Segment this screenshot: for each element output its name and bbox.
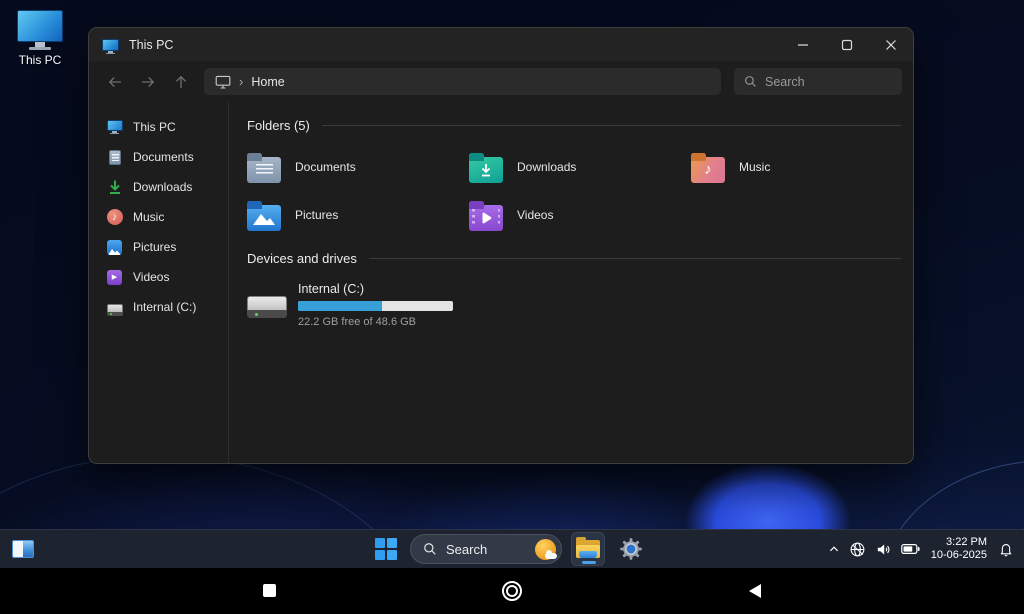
drives-section-header: Devices and drives: [247, 251, 901, 266]
taskbar-center: Search: [371, 530, 648, 568]
network-globe-icon[interactable]: [849, 541, 866, 558]
sidebar: This PC Documents Downloads ♪ Music P: [89, 102, 229, 463]
monitor-outline-icon: [215, 75, 231, 89]
sidebar-item-documents[interactable]: Documents: [89, 142, 228, 172]
maximize-button[interactable]: [825, 28, 869, 61]
search-placeholder: Search: [765, 75, 805, 89]
window-panes-icon[interactable]: [12, 540, 34, 558]
videos-icon: ▶: [106, 269, 123, 286]
sidebar-item-label: Videos: [133, 270, 169, 284]
close-button[interactable]: [869, 28, 913, 61]
weather-icon[interactable]: [535, 539, 556, 560]
pictures-icon: [106, 239, 123, 256]
breadcrumb-location[interactable]: Home: [251, 75, 284, 89]
system-tray: 3:22 PM 10-06-2025: [828, 530, 1018, 568]
sidebar-item-label: Internal (C:): [133, 300, 196, 314]
documents-folder-icon: [247, 157, 281, 183]
tray-chevron-up-icon[interactable]: [828, 543, 840, 555]
sidebar-item-label: Music: [133, 210, 164, 224]
desktop-icon-this-pc[interactable]: This PC: [8, 10, 72, 67]
taskbar-search-label: Search: [446, 542, 526, 557]
sidebar-item-music[interactable]: ♪ Music: [89, 202, 228, 232]
clock[interactable]: 3:22 PM 10-06-2025: [931, 536, 987, 562]
folder-item-videos[interactable]: Videos: [469, 191, 691, 239]
search-icon: [744, 75, 757, 88]
taskbar: Search: [0, 529, 1024, 568]
music-folder-icon: ♪: [691, 157, 725, 183]
sidebar-item-label: Documents: [133, 150, 194, 164]
sidebar-item-videos[interactable]: ▶ Videos: [89, 262, 228, 292]
navigation-toolbar: › Home Search: [89, 61, 913, 102]
folder-item-documents[interactable]: Documents: [247, 143, 469, 191]
window-body: This PC Documents Downloads ♪ Music P: [89, 102, 913, 463]
file-explorer-taskbar-button[interactable]: [571, 532, 605, 566]
section-divider: [322, 125, 901, 126]
this-pc-monitor-icon: [17, 10, 63, 42]
breadcrumb-chevron-icon: ›: [239, 74, 243, 89]
search-icon: [423, 542, 437, 556]
notifications-bell-icon[interactable]: [998, 541, 1014, 557]
window-title: This PC: [129, 38, 173, 52]
file-explorer-window: This PC › Home: [88, 27, 914, 464]
taskbar-search[interactable]: Search: [410, 534, 562, 564]
drive-icon: [106, 299, 123, 316]
music-icon: ♪: [106, 209, 123, 226]
home-button[interactable]: [502, 581, 522, 601]
window-controls: [781, 28, 913, 61]
battery-icon[interactable]: [901, 543, 920, 555]
folders-header-label: Folders (5): [247, 118, 310, 133]
drives-section: Devices and drives Internal (C:) 22.2 GB…: [247, 251, 901, 328]
sidebar-item-this-pc[interactable]: This PC: [89, 112, 228, 142]
sidebar-item-label: This PC: [133, 120, 176, 134]
minimize-button[interactable]: [781, 28, 825, 61]
this-pc-icon: [102, 39, 119, 51]
sidebar-item-internal-c[interactable]: Internal (C:): [89, 292, 228, 322]
section-divider: [369, 258, 901, 259]
volume-icon[interactable]: [875, 541, 892, 558]
back-button[interactable]: [749, 584, 761, 598]
drive-name: Internal (C:): [298, 282, 453, 296]
up-icon[interactable]: [166, 67, 195, 96]
drive-free-space: 22.2 GB free of 48.6 GB: [298, 316, 453, 328]
settings-taskbar-button[interactable]: [614, 532, 648, 566]
folder-item-downloads[interactable]: Downloads: [469, 143, 691, 191]
desktop-icon-label: This PC: [8, 53, 72, 67]
sidebar-item-label: Pictures: [133, 240, 176, 254]
explorer-search-input[interactable]: Search: [734, 68, 902, 95]
content-pane: Folders (5) Documents Downloads ♪ Music: [229, 102, 913, 463]
drives-header-label: Devices and drives: [247, 251, 357, 266]
address-bar[interactable]: › Home: [204, 68, 721, 95]
back-icon[interactable]: [100, 67, 129, 96]
drive-usage-fill: [298, 301, 382, 311]
pictures-folder-icon: [247, 205, 281, 231]
start-button[interactable]: [371, 534, 401, 564]
sidebar-item-label: Downloads: [133, 180, 192, 194]
sidebar-item-pictures[interactable]: Pictures: [89, 232, 228, 262]
downloads-icon: [106, 179, 123, 196]
file-explorer-icon: [576, 540, 600, 558]
gear-icon: [618, 536, 644, 562]
tray-time: 3:22 PM: [931, 536, 987, 549]
folder-item-pictures[interactable]: Pictures: [247, 191, 469, 239]
videos-folder-icon: [469, 205, 503, 231]
drive-item-internal-c[interactable]: Internal (C:) 22.2 GB free of 48.6 GB: [247, 282, 901, 328]
documents-icon: [106, 149, 123, 166]
recents-button[interactable]: [263, 584, 276, 597]
hard-drive-icon: [247, 296, 287, 311]
windows-logo-icon: [375, 538, 397, 560]
folders-grid: Documents Downloads ♪ Music Pictures: [247, 143, 901, 239]
tray-date: 10-06-2025: [931, 549, 987, 562]
drive-usage-bar: [298, 301, 453, 311]
folder-item-music[interactable]: ♪ Music: [691, 143, 913, 191]
android-navigation-bar: [0, 568, 1024, 614]
downloads-folder-icon: [469, 157, 503, 183]
this-pc-icon: [106, 119, 123, 136]
forward-icon[interactable]: [133, 67, 162, 96]
window-titlebar[interactable]: This PC: [89, 28, 913, 61]
sidebar-item-downloads[interactable]: Downloads: [89, 172, 228, 202]
folders-section-header: Folders (5): [247, 118, 901, 133]
